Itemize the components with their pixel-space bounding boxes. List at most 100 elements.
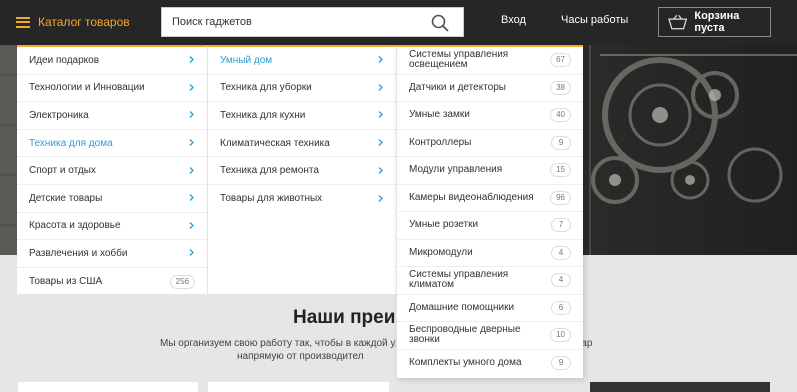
chevron-right-icon (378, 83, 383, 91)
submenu-item-pets[interactable]: Товары для животных (208, 185, 396, 213)
menu-leaf-sockets[interactable]: Умные розетки 7 (397, 212, 583, 240)
submenu-item-kitchen[interactable]: Техника для кухни (208, 102, 396, 130)
section-text-line2: напрямую от производител (237, 351, 364, 362)
submenu-item-label: Техника для кухни (220, 109, 306, 121)
count-badge: 67 (550, 53, 571, 68)
menu-item-label: Технологии и Инновации (29, 82, 145, 94)
menu-leaf-micromodules[interactable]: Микромодули 4 (397, 240, 583, 267)
search-icon[interactable] (431, 14, 449, 32)
menu-item-beauty[interactable]: Красота и здоровье (17, 213, 207, 241)
chevron-right-icon (189, 194, 194, 202)
submenu-item-label: Техника для ремонта (220, 165, 319, 177)
count-badge: 9 (551, 356, 571, 371)
submenu-item-smart-home[interactable]: Умный дом (208, 47, 396, 75)
menu-leaf-doorbells[interactable]: Беспроводные дверные звонки 10 (397, 322, 583, 350)
menu-leaf-label: Датчики и детекторы (409, 81, 506, 93)
count-badge: 10 (550, 328, 571, 343)
count-badge: 256 (169, 274, 195, 289)
chevron-right-icon (189, 83, 194, 91)
menu-item-gift-ideas[interactable]: Идеи подарков (17, 47, 207, 75)
menu-item-label: Товары из США (29, 276, 103, 288)
top-bar: Каталог товаров Вход Часы работы Корзина… (0, 0, 797, 45)
menu-leaf-sensors[interactable]: Датчики и детекторы 38 (397, 75, 583, 102)
search-input[interactable] (162, 8, 417, 36)
chevron-right-icon (378, 56, 383, 64)
menu-categories: Идеи подарков Технологии и Инновации Эле… (17, 45, 207, 294)
menu-item-label: Детские товары (29, 192, 103, 204)
menu-item-tech-innovations[interactable]: Технологии и Инновации (17, 75, 207, 103)
menu-item-electronics[interactable]: Электроника (17, 102, 207, 130)
menu-item-entertainment[interactable]: Развлечения и хобби (17, 240, 207, 268)
menu-leaf-label: Контроллеры (409, 136, 472, 148)
menu-leaf-label: Микромодули (409, 246, 473, 258)
menu-leaf-label: Камеры видеонаблюдения (409, 191, 534, 203)
menu-item-sport[interactable]: Спорт и отдых (17, 157, 207, 185)
login-link[interactable]: Вход (501, 14, 526, 26)
count-badge: 15 (550, 163, 571, 178)
catalog-button[interactable]: Каталог товаров (16, 12, 130, 32)
hours-link[interactable]: Часы работы (561, 14, 628, 26)
menu-leaf-controllers[interactable]: Контроллеры 9 (397, 130, 583, 157)
menu-item-label: Идеи подарков (29, 54, 100, 66)
section-text-line1: Мы организуем свою работу так, чтобы в к… (160, 338, 402, 349)
menu-leaf-label: Комплекты умного дома (409, 357, 522, 369)
menu-leaf-kits[interactable]: Комплекты умного дома 9 (397, 350, 583, 378)
menu-leaf-cameras[interactable]: Камеры видеонаблюдения 96 (397, 185, 583, 212)
submenu-item-repair[interactable]: Техника для ремонта (208, 157, 396, 185)
basket-icon (668, 14, 688, 30)
search-box (161, 7, 464, 37)
chevron-right-icon (378, 194, 383, 202)
feature-card (208, 382, 389, 392)
menu-subcategories: Умный дом Техника для уборки Техника для… (207, 45, 396, 294)
submenu-item-label: Умный дом (220, 54, 273, 66)
chevron-right-icon (189, 221, 194, 229)
menu-item-label: Красота и здоровье (29, 220, 121, 232)
chevron-right-icon (378, 166, 383, 174)
menu-leaf-label: Системы управления освещением (409, 49, 509, 71)
chevron-right-icon (189, 111, 194, 119)
submenu-item-climate[interactable]: Климатическая техника (208, 130, 396, 158)
menu-leaf-label: Модули управления (409, 164, 503, 176)
menu-leaf-label: Умные замки (409, 109, 470, 121)
chevron-right-icon (189, 56, 194, 64)
chevron-right-icon (378, 139, 383, 147)
count-badge: 6 (551, 300, 571, 315)
menu-item-home-appliances[interactable]: Техника для дома (17, 130, 207, 158)
feature-card (590, 382, 770, 392)
menu-leaf-locks[interactable]: Умные замки 40 (397, 102, 583, 130)
submenu-item-label: Техника для уборки (220, 82, 312, 94)
count-badge: 4 (551, 273, 571, 288)
menu-leaf-lighting[interactable]: Системы управления освещением 67 (397, 47, 583, 75)
count-badge: 96 (550, 190, 571, 205)
submenu-item-cleaning[interactable]: Техника для уборки (208, 75, 396, 103)
submenu-item-label: Климатическая техника (220, 137, 330, 149)
menu-item-label: Техника для дома (29, 137, 113, 149)
menu-item-label: Электроника (29, 109, 89, 121)
menu-item-label: Развлечения и хобби (29, 247, 128, 259)
menu-leaf-label: Домашние помощники (409, 301, 515, 313)
chevron-right-icon (189, 249, 194, 257)
menu-leaf-climate-control[interactable]: Системы управления климатом 4 (397, 267, 583, 295)
chevron-right-icon (189, 166, 194, 174)
menu-items: Системы управления освещением 67 Датчики … (396, 45, 583, 378)
menu-leaf-assistants[interactable]: Домашние помощники 6 (397, 295, 583, 322)
chevron-right-icon (378, 111, 383, 119)
section-title: Наши преи (293, 307, 396, 328)
cart-button[interactable]: Корзина пуста (658, 7, 771, 37)
count-badge: 4 (551, 245, 571, 260)
menu-item-usa-goods[interactable]: Товары из США 256 (17, 268, 207, 296)
count-badge: 40 (550, 108, 571, 123)
menu-leaf-modules[interactable]: Модули управления 15 (397, 157, 583, 185)
feature-card (18, 382, 198, 392)
menu-item-kids[interactable]: Детские товары (17, 185, 207, 213)
menu-leaf-label: Системы управления климатом (409, 269, 509, 291)
catalog-label: Каталог товаров (38, 15, 130, 29)
count-badge: 9 (551, 135, 571, 150)
menu-icon (16, 16, 30, 28)
chevron-right-icon (189, 139, 194, 147)
menu-leaf-label: Беспроводные дверные звонки (409, 324, 521, 346)
submenu-item-label: Товары для животных (220, 193, 323, 205)
menu-leaf-label: Умные розетки (409, 219, 479, 231)
menu-item-label: Спорт и отдых (29, 165, 96, 177)
count-badge: 38 (550, 80, 571, 95)
